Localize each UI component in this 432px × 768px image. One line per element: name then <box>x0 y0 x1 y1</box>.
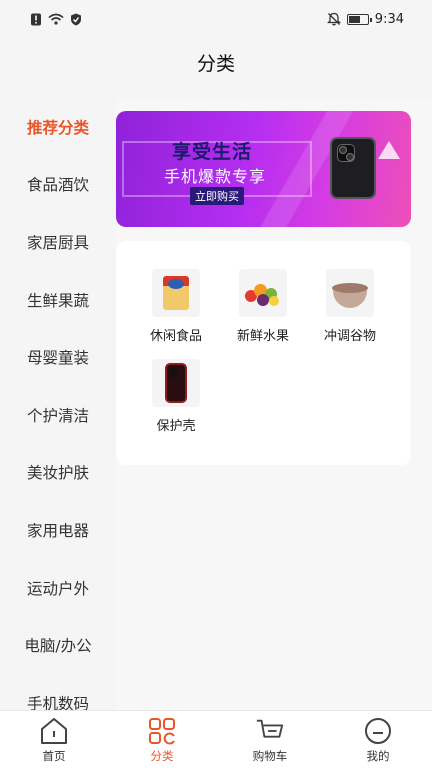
alert-icon <box>31 13 41 25</box>
wifi-icon <box>48 13 64 25</box>
profile-icon <box>363 716 393 746</box>
status-time: 9:34 <box>374 11 404 27</box>
home-icon <box>39 716 69 746</box>
status-bar: 9:34 <box>0 0 432 38</box>
cart-icon <box>255 716 285 746</box>
status-right: 9:34 <box>326 11 404 27</box>
subcategory-label: 冲调谷物 <box>323 329 376 344</box>
sidebar-item-fresh-produce[interactable]: 生鲜果蔬 <box>0 271 116 329</box>
category-icon <box>147 716 177 746</box>
banner-subtitle: 手机爆款专享 <box>164 167 267 186</box>
sidebar-item-appliances[interactable]: 家用电器 <box>0 501 116 559</box>
promo-banner[interactable]: 享受生活 手机爆款专享 立即购买 <box>116 111 411 227</box>
sidebar-item-computer-office[interactable]: 电脑/办公 <box>0 616 116 674</box>
sidebar-item-mobile-digital[interactable]: 手机数码 <box>0 674 116 710</box>
banner-title: 享受生活 <box>172 141 253 163</box>
status-left <box>30 13 82 26</box>
tab-cart[interactable]: 购物车 <box>216 711 324 768</box>
page-title: 分类 <box>0 38 432 86</box>
sidebar-item-beauty[interactable]: 美妆护肤 <box>0 444 116 502</box>
category-sidebar: 推荐分类 食品酒饮 家居厨具 生鲜果蔬 母婴童装 个护清洁 美妆护肤 家用电器 … <box>0 98 116 710</box>
sidebar-item-sports[interactable]: 运动户外 <box>0 559 116 617</box>
tab-label: 我的 <box>366 749 390 763</box>
sidebar-item-recommended[interactable]: 推荐分类 <box>0 98 116 156</box>
subcategory-item[interactable]: 新鲜水果 <box>220 269 306 349</box>
subcategory-label: 休闲食品 <box>149 329 202 344</box>
triangle-decoration <box>378 141 400 159</box>
tab-label: 首页 <box>42 749 66 763</box>
snack-bag-icon <box>152 269 200 317</box>
phone-case-icon <box>152 359 200 407</box>
mute-icon <box>326 12 341 26</box>
subcategory-label: 保护壳 <box>156 419 196 434</box>
sidebar-item-food-drinks[interactable]: 食品酒饮 <box>0 156 116 214</box>
tab-label: 分类 <box>150 749 174 763</box>
bottom-tab-bar: 首页 分类 购物车 我的 <box>0 710 432 768</box>
sidebar-item-home-kitchen[interactable]: 家居厨具 <box>0 213 116 271</box>
tab-label: 购物车 <box>252 749 288 763</box>
sidebar-item-personal-care[interactable]: 个护清洁 <box>0 386 116 444</box>
subcategory-label: 新鲜水果 <box>236 329 289 344</box>
buy-now-button[interactable]: 立即购买 <box>190 187 244 205</box>
tab-home[interactable]: 首页 <box>0 711 108 768</box>
subcategory-item[interactable]: 保护壳 <box>133 359 219 439</box>
sidebar-item-baby-kids[interactable]: 母婴童装 <box>0 328 116 386</box>
subcategory-panel: 休闲食品 新鲜水果 冲调谷物 保护壳 <box>116 241 411 465</box>
cereal-bowl-icon <box>326 269 374 317</box>
tab-profile[interactable]: 我的 <box>324 711 432 768</box>
category-content: 享受生活 手机爆款专享 立即购买 休闲食品 新鲜水果 冲调谷物 保护壳 <box>116 98 432 710</box>
shield-icon <box>71 13 81 25</box>
fruit-icon <box>239 269 287 317</box>
tab-category[interactable]: 分类 <box>108 711 216 768</box>
subcategory-item[interactable]: 休闲食品 <box>133 269 219 349</box>
battery-icon <box>346 13 372 25</box>
phone-image <box>330 137 376 199</box>
subcategory-item[interactable]: 冲调谷物 <box>307 269 393 349</box>
